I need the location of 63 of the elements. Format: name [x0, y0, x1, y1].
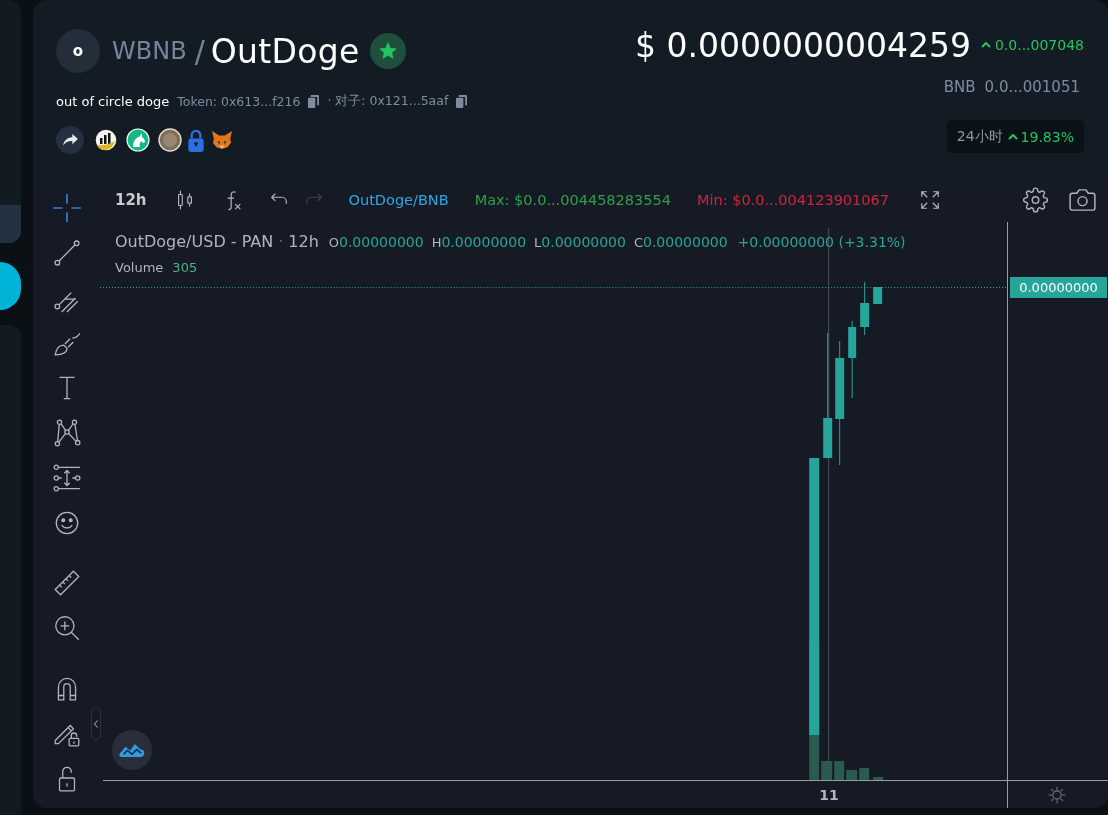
token-address: Token: 0x613...f216	[177, 93, 301, 109]
share-arrow-icon	[62, 134, 78, 146]
token-avatar: o	[56, 29, 100, 73]
copy-icon	[456, 94, 468, 108]
chart-symbol: OutDoge/USD - PAN	[115, 232, 274, 251]
chart-interval: 12h	[288, 232, 319, 251]
screenshot-button[interactable]	[1069, 187, 1096, 213]
ohlc-value: 0.00000000	[441, 234, 527, 250]
fox-icon[interactable]	[211, 130, 233, 150]
price-change-value: +0.00000000 (+3.31%)	[737, 234, 906, 250]
last-price-label: 0.00000000	[1010, 277, 1107, 298]
sidebar-round-button[interactable]	[0, 262, 21, 310]
ruler-icon	[51, 567, 82, 598]
copy-button[interactable]	[308, 94, 320, 108]
star-icon	[378, 42, 397, 60]
fullscreen-icon	[919, 189, 941, 211]
ohlc-key: O	[328, 235, 339, 250]
change-24h-value: 19.83%	[1020, 128, 1074, 145]
ohlc-value: 0.00000000	[541, 234, 626, 250]
favorite-button[interactable]	[369, 33, 406, 69]
coin-icon[interactable]	[158, 128, 182, 152]
bar-chart-coin-icon[interactable]	[94, 128, 118, 152]
axis-settings-button[interactable]	[1048, 785, 1066, 804]
pair-address: · 对子: 0x121...5aaf	[327, 92, 449, 110]
camera-icon	[1069, 187, 1096, 213]
chevron-left-icon	[94, 719, 98, 728]
ohlc-value: 0.00000000	[643, 234, 728, 250]
copy-icon	[308, 94, 320, 108]
copy-button[interactable]	[456, 94, 468, 108]
unicorn-coin-icon[interactable]	[126, 128, 150, 152]
usd-price: $ 0.0000000004259	[635, 25, 971, 65]
pair-separator: /	[194, 33, 205, 69]
measure-arrows-icon	[51, 462, 82, 493]
ohlc-value: 0.00000000	[339, 234, 424, 250]
ohlc-key: L	[534, 235, 542, 250]
ohlc-key: H	[431, 235, 442, 250]
cloud-mountain-icon	[119, 741, 145, 759]
pair-link[interactable]: OutDoge/BNB	[348, 192, 449, 208]
interval-button[interactable]: 12h	[115, 191, 147, 209]
time-axis-label: 11	[819, 787, 839, 803]
max-price: Max: $0.0...004458283554	[474, 192, 671, 208]
period-label: 24小时	[956, 127, 1003, 146]
settings-button[interactable]	[1022, 187, 1049, 213]
native-price: 0.0...001051	[984, 78, 1080, 96]
quote-symbol: WBNB	[112, 37, 187, 65]
settings-icon	[1022, 187, 1049, 213]
chart-logo-button[interactable]	[112, 730, 152, 770]
collapse-button[interactable]	[91, 707, 101, 740]
share-button[interactable]	[56, 126, 84, 154]
legend-separator: ·	[278, 232, 284, 251]
crosshair-icon	[51, 192, 82, 223]
trend-line-icon	[51, 237, 82, 268]
native-symbol: BNB	[943, 78, 976, 96]
sun-icon	[1048, 785, 1066, 804]
padlock-icon[interactable]	[188, 128, 204, 152]
volume-value: 305	[172, 260, 198, 275]
min-price: Min: $0.0...004123901067	[696, 192, 889, 208]
fullscreen-button[interactable]	[919, 189, 941, 211]
ohlc-key: C	[633, 235, 643, 250]
token-name: OutDoge	[210, 31, 360, 71]
price-change: 0.0...007048	[994, 37, 1084, 53]
token-full-name: out of circle doge	[56, 93, 170, 109]
volume-label: Volume	[115, 260, 164, 275]
